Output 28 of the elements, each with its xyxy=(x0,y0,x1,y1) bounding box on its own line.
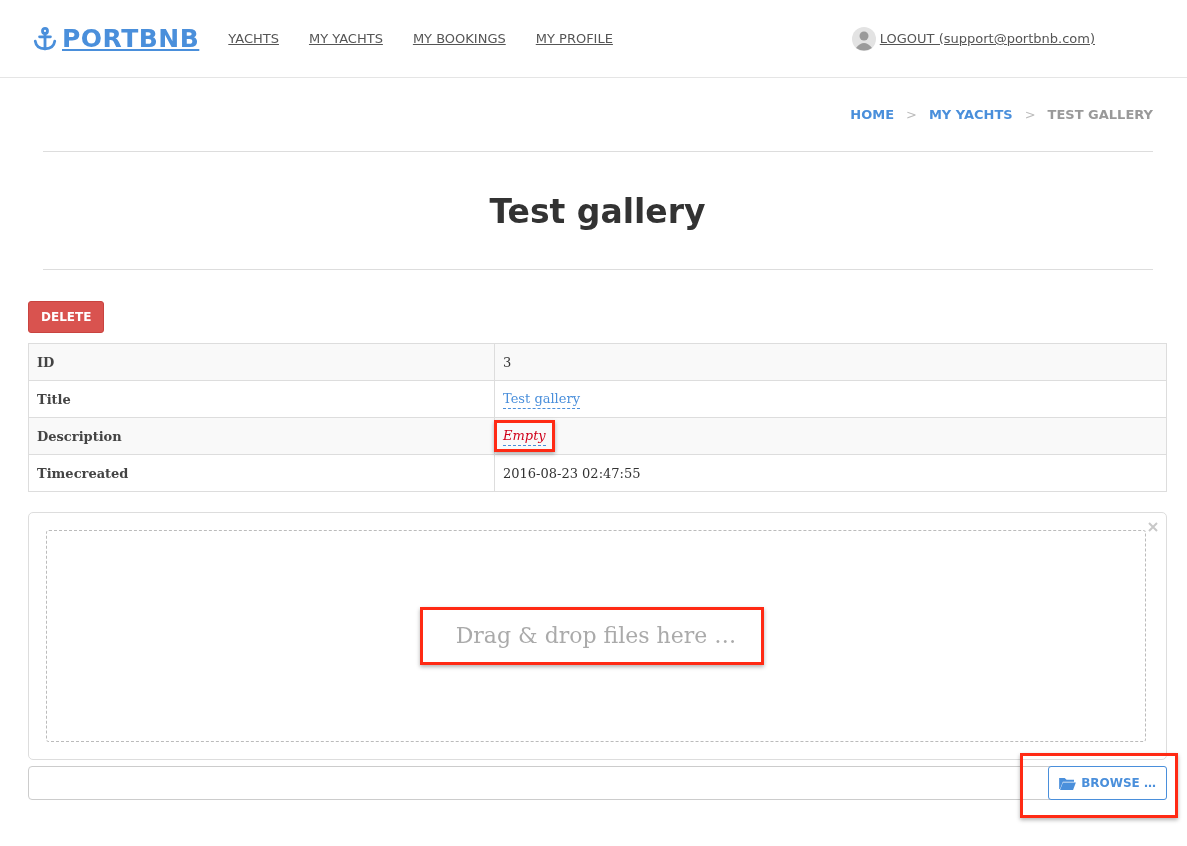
editable-link[interactable]: Empty xyxy=(503,426,546,446)
drop-zone[interactable]: Drag & drop files here … xyxy=(46,530,1146,742)
page-title: Test gallery xyxy=(488,192,707,231)
table-cell: 3 xyxy=(503,354,512,370)
breadcrumb-separator: > xyxy=(1024,107,1036,122)
table-cell: Timecreated xyxy=(28,454,495,492)
table-cell: Title xyxy=(28,380,495,418)
editable-link[interactable]: Test gallery xyxy=(503,389,581,409)
nav-link[interactable]: MY BOOKINGS xyxy=(412,31,506,46)
nav-link[interactable]: MY PROFILE xyxy=(535,31,613,46)
delete-button[interactable]: DELETE xyxy=(28,301,105,333)
table-cell: 2016-08-23 02:47:55 xyxy=(503,465,641,481)
user-avatar-icon xyxy=(851,26,876,51)
breadcrumb-link[interactable]: MY YACHTS xyxy=(928,107,1013,122)
table-cell: Description xyxy=(28,417,495,455)
drop-zone-text: Drag & drop files here … xyxy=(454,622,738,650)
nav-link[interactable]: MY YACHTS xyxy=(308,31,383,46)
breadcrumb-link[interactable]: HOME xyxy=(850,107,894,122)
file-input-field[interactable]: BROWSE … xyxy=(28,766,1167,800)
logout-link[interactable]: LOGOUT (support@portbnb.com) xyxy=(879,31,1095,46)
table-cell: ID xyxy=(28,343,495,381)
breadcrumb-separator: > xyxy=(906,107,917,122)
brand-link[interactable]: PORTBNB xyxy=(32,24,200,53)
close-icon[interactable] xyxy=(1148,522,1158,532)
folder-icon xyxy=(1059,776,1077,790)
browse-button[interactable]: BROWSE … xyxy=(1048,766,1167,800)
anchor-icon xyxy=(32,25,58,52)
nav-link[interactable]: YACHTS xyxy=(228,31,279,46)
